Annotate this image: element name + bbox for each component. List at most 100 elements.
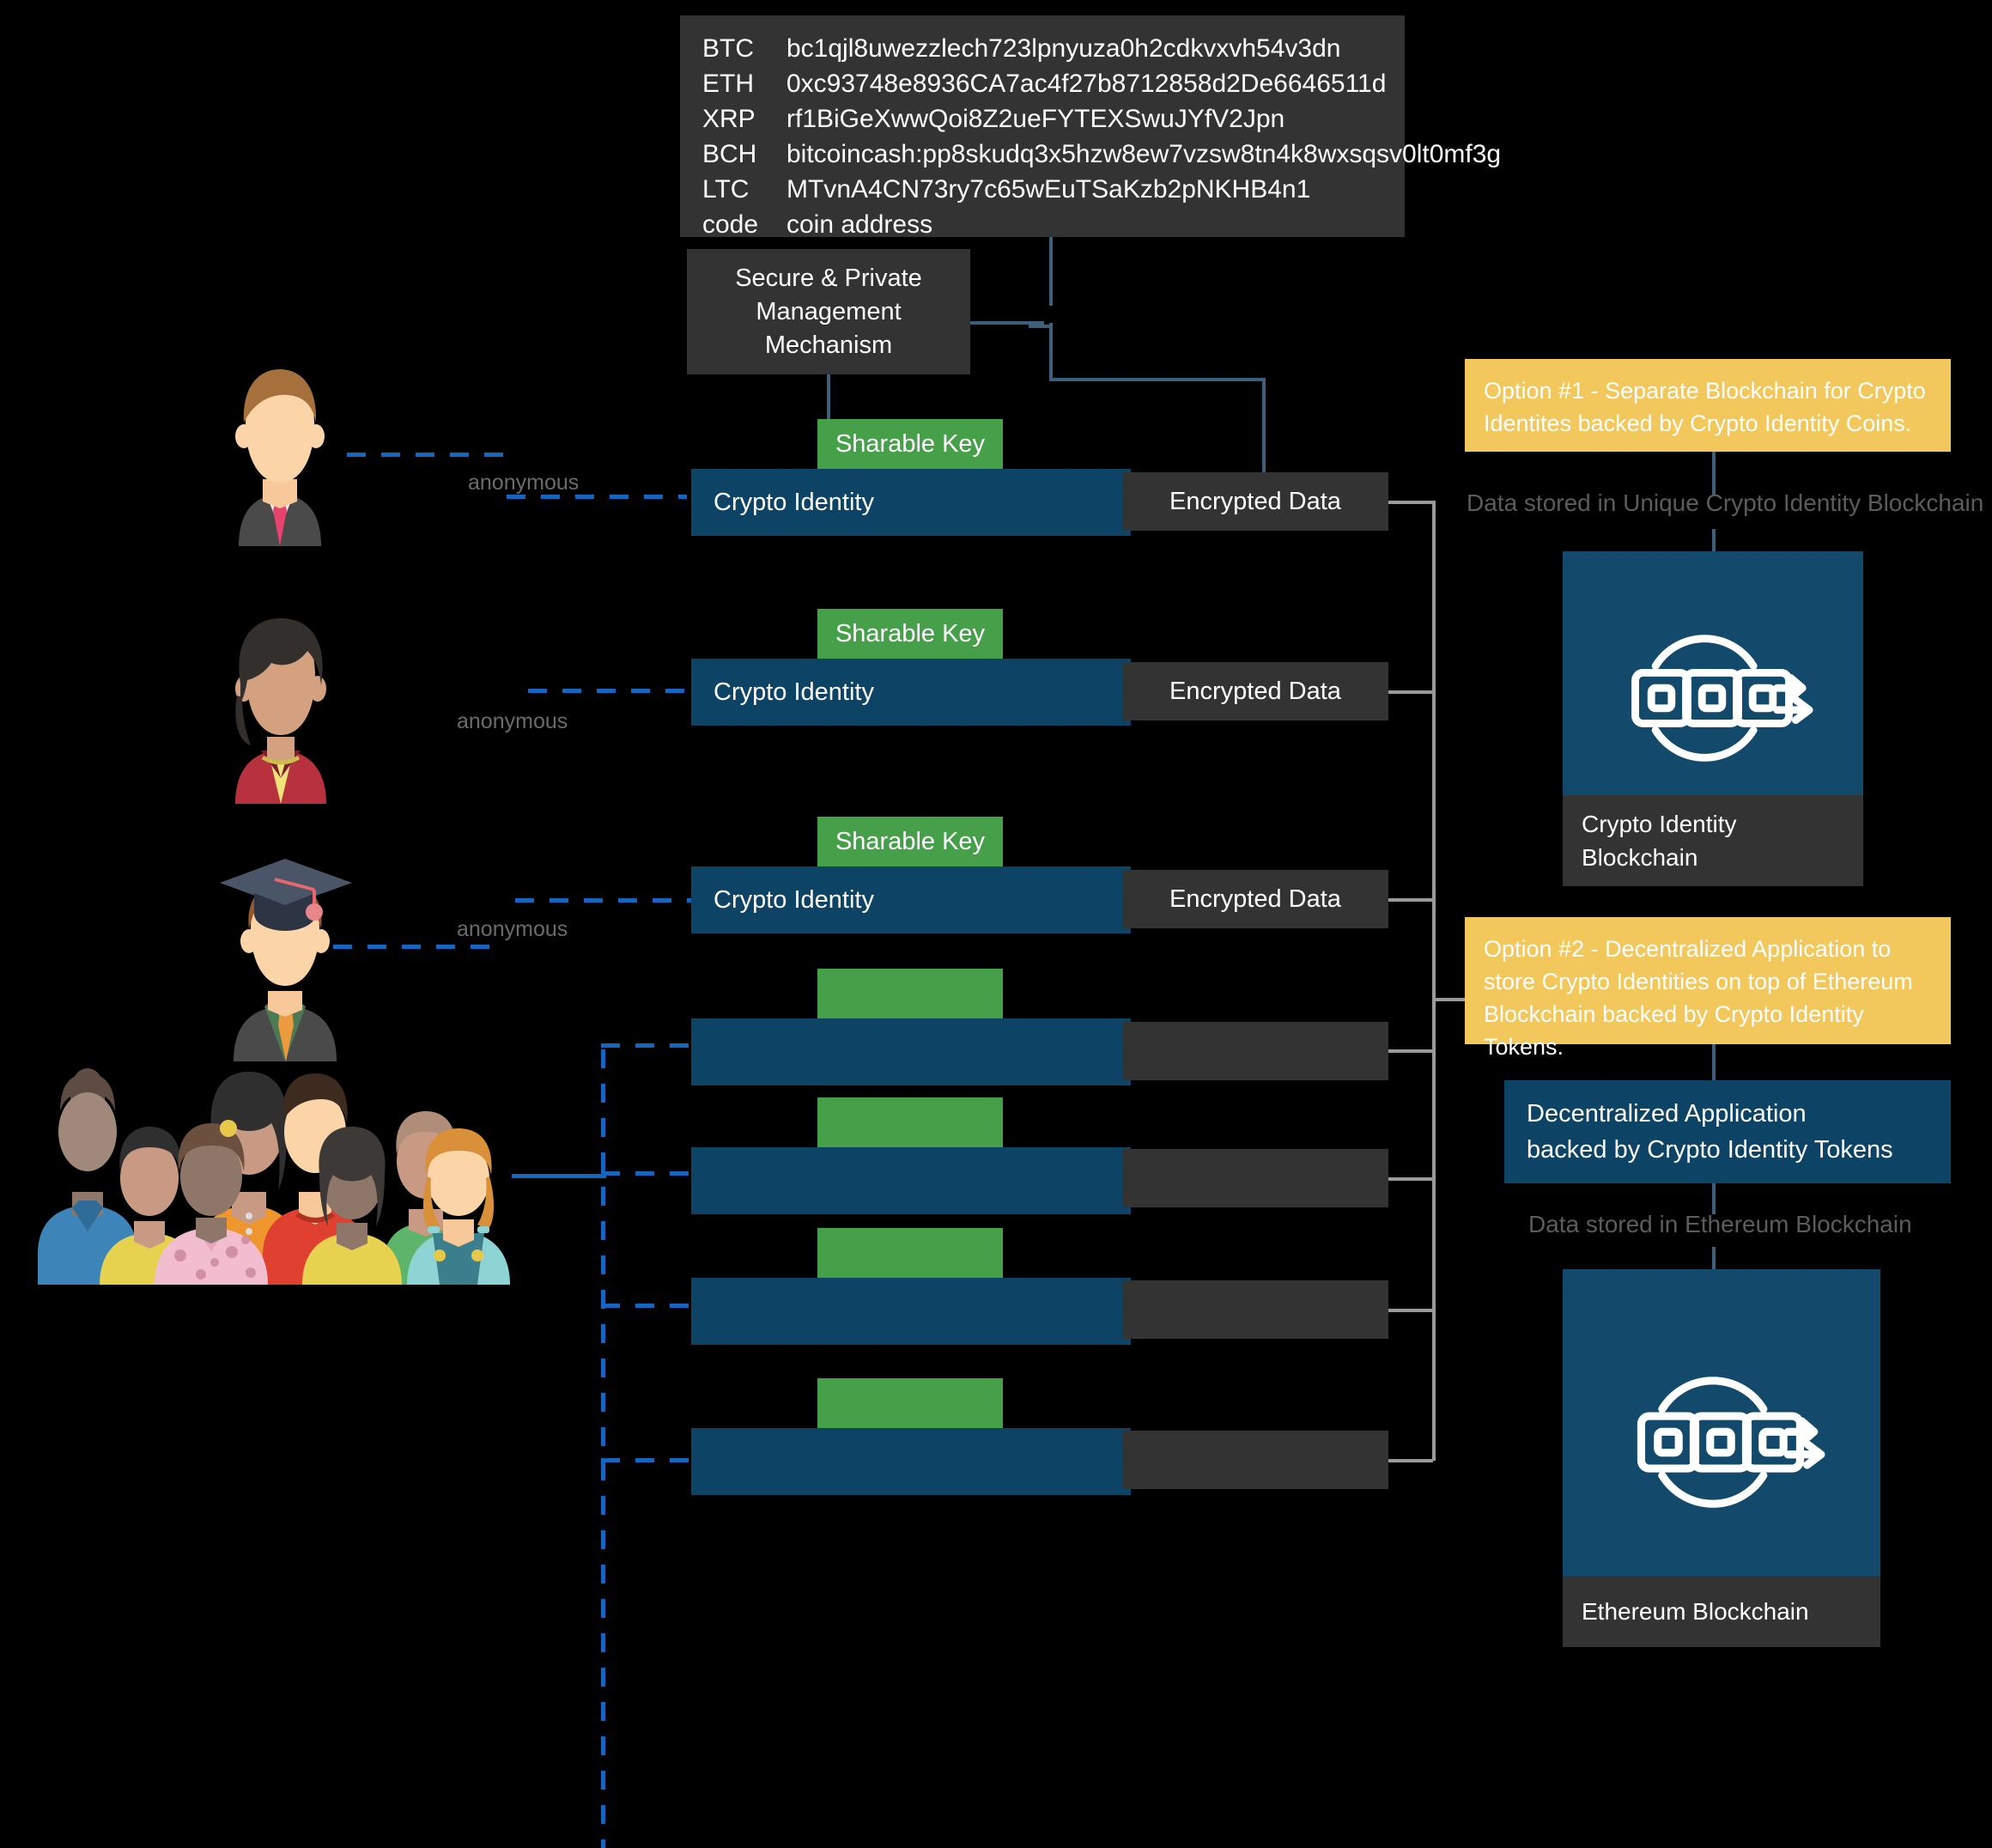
connector-bus-stub-2 (1388, 690, 1433, 694)
sharable-key-box-6 (817, 1228, 1003, 1278)
connector-anonymous-1a (347, 453, 508, 457)
connector-crowd-branch-4 (601, 1458, 695, 1462)
crypto-identity-label: Crypto Identity (714, 488, 874, 516)
blockchain-icon (1563, 1364, 1880, 1518)
coin-address: bc1qjl8uwezzlech723lpnyuza0h2cdkvxvh54v3… (786, 34, 1341, 63)
crypto-identity-box-3: Crypto Identity (691, 866, 1131, 933)
crypto-identity-box-2: Crypto Identity (691, 659, 1131, 726)
table-row: XRP rf1BiGeXwwQoi8Z2ueFYTEXSwuJYfV2Jpn (702, 101, 1405, 137)
connector-mech-in (962, 321, 1044, 325)
table-row: BCH bitcoincash:pp8skudq3x5hzw8ew7vzsw8t… (702, 137, 1501, 172)
table-row: code coin address (702, 207, 1405, 242)
coin-code-header: code (702, 210, 759, 239)
connector-mech-to-key (827, 374, 830, 419)
card-caption-line-1: Crypto Identity (1582, 811, 1737, 837)
option2-storage-note: Data stored in Ethereum Blockchain (1528, 1211, 1912, 1237)
connector-addr-down (1049, 237, 1053, 306)
sharable-key-box-2: Sharable Key (817, 609, 1003, 659)
connector-bus-stub-5 (1388, 1177, 1433, 1181)
connector-option1-down (1712, 452, 1716, 495)
ethereum-blockchain-caption: Ethereum Blockchain (1563, 1576, 1880, 1647)
crypto-identity-box-7 (691, 1428, 1131, 1495)
card-caption-line-2: Blockchain (1582, 844, 1698, 871)
mechanism-line-3: Mechanism (764, 331, 893, 359)
coin-code: BCH (702, 140, 757, 168)
anonymous-label: anonymous (468, 471, 580, 495)
encrypted-data-box-3: Encrypted Data (1122, 870, 1388, 928)
crypto-identity-blockchain-caption: Crypto Identity Blockchain (1563, 795, 1863, 886)
coin-address: MTvnA4CN73ry7c65wEuTSaKzb2pNKHB4n1 (786, 175, 1311, 204)
coin-address: rf1BiGeXwwQoi8Z2ueFYTEXSwuJYfV2Jpn (786, 105, 1285, 133)
encrypted-data-label: Encrypted Data (1169, 487, 1341, 515)
connector-option2-down (1712, 1044, 1716, 1082)
mechanism-line-2: Management (756, 297, 902, 325)
coin-address: 0xc93748e8936CA7ac4f27b8712858d2De664651… (786, 70, 1387, 98)
coin-code: LTC (702, 175, 750, 204)
encrypted-data-label: Encrypted Data (1169, 884, 1341, 913)
avatar-businesswoman (199, 606, 362, 804)
encrypted-data-box-7 (1122, 1431, 1388, 1489)
table-row: LTC MTvnA4CN73ry7c65wEuTSaKzb2pNKHB4n1 (702, 172, 1405, 207)
sharable-key-box-4 (817, 969, 1003, 1018)
blockchain-icon (1563, 620, 1863, 775)
crypto-identity-box-1: Crypto Identity (691, 469, 1131, 536)
coin-address: bitcoincash:pp8skudq3x5hzw8ew7vzsw8tn4k8… (786, 140, 1502, 168)
connector-anonymous-2a (528, 689, 691, 693)
connector-crowd-trunk (512, 1174, 606, 1178)
sharable-key-label: Sharable Key (835, 619, 986, 647)
connector-enc-down (1262, 380, 1266, 481)
sharable-key-box-1: Sharable Key (817, 419, 1003, 469)
connector-bus-stub-4 (1388, 1049, 1433, 1053)
connector-bus-stub-3 (1388, 898, 1433, 902)
dapp-line-2: backed by Crypto Identity Tokens (1527, 1136, 1893, 1164)
sharable-key-box-5 (817, 1097, 1003, 1147)
connector-addr-down2 (1049, 323, 1053, 381)
connector-anonymous-3b (333, 945, 505, 949)
connector-to-enc (1053, 378, 1266, 381)
table-row: ETH 0xc93748e8936CA7ac4f27b8712858d2De66… (702, 66, 1405, 101)
coin-code: BTC (702, 34, 754, 63)
ethereum-blockchain-card: Ethereum Blockchain (1563, 1269, 1880, 1647)
coin-code: XRP (702, 105, 756, 133)
encrypted-data-box-4 (1122, 1022, 1388, 1080)
sharable-key-box-3: Sharable Key (817, 817, 1003, 866)
connector-anonymous-1b (507, 495, 687, 499)
sharable-key-box-7 (817, 1378, 1003, 1428)
encrypted-data-box-1: Encrypted Data (1122, 472, 1388, 531)
coin-address-panel: BTC bc1qjl8uwezzlech723lpnyuza0h2cdkvxvh… (680, 15, 1501, 239)
table-row: BTC bc1qjl8uwezzlech723lpnyuza0h2cdkvxvh… (702, 31, 1405, 66)
connector-dapp-down (1712, 1183, 1716, 1214)
connector-bus-stub-7 (1388, 1459, 1433, 1462)
sharable-key-label: Sharable Key (835, 429, 986, 458)
secure-private-management-mechanism: Secure & Private Management Mechanism (687, 249, 970, 374)
mechanism-line-1: Secure & Private (735, 264, 922, 292)
coin-address-header: coin address (786, 210, 933, 239)
encrypted-data-box-6 (1122, 1280, 1388, 1339)
connector-crowd-branch-1 (601, 1043, 695, 1048)
avatar-graduate (201, 847, 373, 1061)
option1-callout: Option #1 - Separate Blockchain for Cryp… (1465, 359, 1951, 452)
diagram-canvas: BTC bc1qjl8uwezzlech723lpnyuza0h2cdkvxvh… (0, 0, 1992, 1848)
option1-storage-note: Data stored in Unique Crypto Identity Bl… (1467, 489, 1984, 516)
coin-code: ETH (702, 70, 754, 98)
crypto-identity-blockchain-card: Crypto Identity Blockchain (1563, 551, 1863, 886)
decentralized-application-box: Decentralized Application backed by Cryp… (1504, 1080, 1951, 1183)
encrypted-data-box-2: Encrypted Data (1122, 662, 1388, 720)
connector-crowd-branch-2 (601, 1171, 695, 1176)
option2-callout: Option #2 - Decentralized Application to… (1465, 917, 1951, 1060)
dapp-line-1: Decentralized Application (1527, 1100, 1807, 1128)
crypto-identity-box-6 (691, 1278, 1131, 1345)
anonymous-label: anonymous (457, 917, 568, 941)
encrypted-data-label: Encrypted Data (1169, 677, 1341, 705)
crypto-identity-box-4 (691, 1018, 1131, 1085)
avatar-businessman (203, 357, 357, 546)
connector-bus-stub-1 (1388, 501, 1433, 504)
avatar-crowd (29, 1063, 527, 1285)
anonymous-label: anonymous (457, 709, 568, 733)
connector-crowd-branch-3 (601, 1304, 695, 1308)
crypto-identity-label: Crypto Identity (714, 885, 874, 914)
connector-crowd-bus (601, 1049, 605, 1848)
connector-anonymous-3a (515, 898, 691, 903)
connector-bus-stub-6 (1388, 1309, 1433, 1312)
crypto-identity-label: Crypto Identity (714, 678, 874, 706)
